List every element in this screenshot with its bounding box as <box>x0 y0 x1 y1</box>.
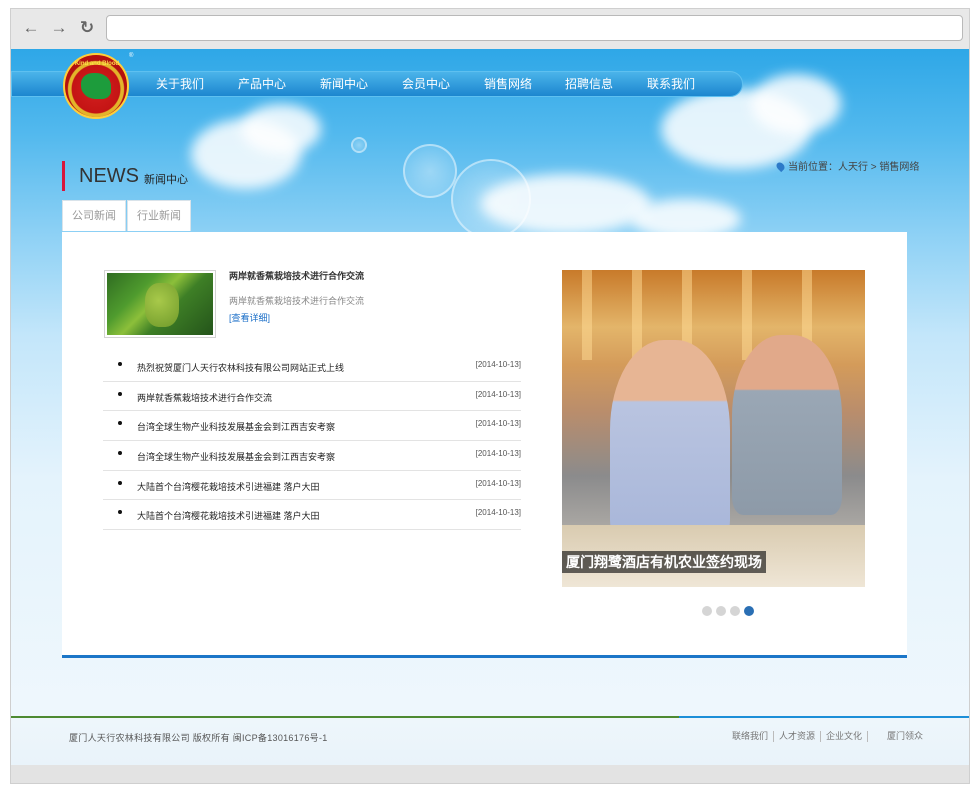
nav-item-members[interactable]: 会员中心 <box>402 77 450 91</box>
breadcrumb-home[interactable]: 人天行 <box>838 162 868 173</box>
page-subtitle: 新闻中心 <box>144 174 188 186</box>
news-title[interactable]: 两岸就香蕉栽培技术进行合作交流 <box>137 393 272 404</box>
featured-thumbnail[interactable] <box>104 270 216 338</box>
site-logo[interactable]: Kind and Blood <box>63 53 129 119</box>
address-bar[interactable] <box>106 15 963 41</box>
nav-item-contact[interactable]: 联系我们 <box>647 77 695 91</box>
footer-link-lingzhong[interactable]: 厦门领众 <box>882 731 928 742</box>
slide-caption: 厦门翔鹭酒店有机农业签约现场 <box>562 551 766 573</box>
logo-emblem-icon <box>81 73 111 99</box>
bullet-icon <box>118 451 122 456</box>
photo-slideshow[interactable]: 厦门翔鹭酒店有机农业签约现场 <box>562 270 865 587</box>
site-footer: 厦门人天行农林科技有限公司 版权所有 闽ICP备13016176号-1 联络我们… <box>11 718 969 765</box>
page-title: NEWS <box>79 165 139 187</box>
logo-text: Kind and Blood <box>74 61 120 67</box>
list-item[interactable]: 台湾全球生物产业科技发展基金会到江西吉安考察 [2014-10-13] <box>103 441 521 471</box>
tab-industry-news[interactable]: 行业新闻 <box>127 200 191 231</box>
nav-item-jobs[interactable]: 招聘信息 <box>565 77 613 91</box>
bullet-icon <box>118 510 122 515</box>
footer-link-contact[interactable]: 联络我们 <box>727 731 775 742</box>
list-item[interactable]: 大陆首个台湾樱花栽培技术引进福建 落户大田 [2014-10-13] <box>103 471 521 501</box>
banana-plant-image <box>107 273 213 335</box>
sun-flare-decoration <box>451 159 531 239</box>
page-viewport: 关于我们 产品中心 新闻中心 会员中心 销售网络 招聘信息 联系我们 Kind … <box>11 49 969 765</box>
browser-window: ← → ↻ 关于我们 产品中心 新闻中心 会员中心 销售网络 招聘信息 联系我们… <box>10 8 970 784</box>
bullet-icon <box>118 480 122 485</box>
list-item[interactable]: 两岸就香蕉栽培技术进行合作交流 [2014-10-13] <box>103 382 521 412</box>
news-title[interactable]: 台湾全球生物产业科技发展基金会到江西吉安考察 <box>137 422 335 433</box>
location-pin-icon <box>774 160 787 173</box>
curtain-decoration <box>632 270 642 360</box>
bullet-icon <box>118 391 122 396</box>
sun-flare-decoration <box>351 137 367 153</box>
footer-link-talent[interactable]: 人才资源 <box>774 731 822 742</box>
nav-item-products[interactable]: 产品中心 <box>238 77 286 91</box>
pagination-dot[interactable] <box>730 606 740 616</box>
browser-toolbar: ← → ↻ <box>11 9 969 49</box>
pagination-dot[interactable] <box>716 606 726 616</box>
footer-link-culture[interactable]: 企业文化 <box>821 731 869 742</box>
news-date: [2014-10-13] <box>475 449 521 459</box>
news-date: [2014-10-13] <box>475 478 521 488</box>
bullet-icon <box>118 362 122 366</box>
list-item[interactable]: 热烈祝贺厦门人天行农林科技有限公司网站正式上线 [2014-10-13] <box>103 352 521 382</box>
news-title[interactable]: 台湾全球生物产业科技发展基金会到江西吉安考察 <box>137 452 335 463</box>
pagination-dot[interactable] <box>702 606 712 616</box>
featured-more-link[interactable]: [查看详细] <box>229 313 270 324</box>
person-figure <box>732 335 842 515</box>
curtain-decoration <box>742 270 752 360</box>
sun-flare-decoration <box>403 144 457 198</box>
reload-icon[interactable]: ↻ <box>77 18 97 38</box>
person-figure <box>610 340 730 540</box>
back-arrow-icon[interactable]: ← <box>21 18 41 38</box>
list-item[interactable]: 台湾全球生物产业科技发展基金会到江西吉安考察 [2014-10-13] <box>103 411 521 442</box>
featured-summary: 两岸就香蕉栽培技术进行合作交流 <box>229 296 365 306</box>
footer-links: 联络我们 人才资源 企业文化 厦门领众 <box>727 731 928 742</box>
news-title[interactable]: 热烈祝贺厦门人天行农林科技有限公司网站正式上线 <box>137 363 344 374</box>
registered-mark: ® <box>129 53 134 59</box>
news-list: 热烈祝贺厦门人天行农林科技有限公司网站正式上线 [2014-10-13] 两岸就… <box>103 352 521 531</box>
cloud-decoration <box>241 104 321 154</box>
news-date: [2014-10-13] <box>475 389 521 399</box>
breadcrumb-current[interactable]: 销售网络 <box>879 162 919 173</box>
curtain-decoration <box>582 270 592 360</box>
browser-status-bar <box>11 765 969 783</box>
news-title[interactable]: 大陆首个台湾樱花栽培技术引进福建 落户大田 <box>137 482 320 493</box>
pagination-dot-active[interactable] <box>744 606 754 616</box>
bullet-icon <box>118 421 122 426</box>
news-date: [2014-10-13] <box>475 419 521 429</box>
nav-item-sales-network[interactable]: 销售网络 <box>484 77 532 91</box>
nav-item-about[interactable]: 关于我们 <box>156 77 204 91</box>
nav-item-news[interactable]: 新闻中心 <box>320 77 368 91</box>
copyright-text: 厦门人天行农林科技有限公司 版权所有 闽ICP备13016176号-1 <box>69 733 328 743</box>
slideshow-pagination <box>702 603 758 621</box>
breadcrumb: 当前位置：人天行 > 销售网络 <box>774 160 919 174</box>
title-accent-bar <box>62 161 65 191</box>
news-title[interactable]: 大陆首个台湾樱花栽培技术引进福建 落户大田 <box>137 511 320 522</box>
cloud-decoration <box>751 74 841 134</box>
breadcrumb-separator: > <box>870 162 877 173</box>
banana-bunch-shape <box>145 283 179 327</box>
breadcrumb-prefix: 当前位置： <box>788 162 838 173</box>
news-date: [2014-10-13] <box>475 360 521 369</box>
tab-company-news[interactable]: 公司新闻 <box>62 200 126 231</box>
news-panel: 两岸就香蕉栽培技术进行合作交流 两岸就香蕉栽培技术进行合作交流 [查看详细] 热… <box>62 232 907 658</box>
news-date: [2014-10-13] <box>475 508 521 518</box>
forward-arrow-icon[interactable]: → <box>49 18 69 38</box>
featured-title[interactable]: 两岸就香蕉栽培技术进行合作交流 <box>229 271 364 282</box>
list-item[interactable]: 大陆首个台湾樱花栽培技术引进福建 落户大田 [2014-10-13] <box>103 500 521 531</box>
